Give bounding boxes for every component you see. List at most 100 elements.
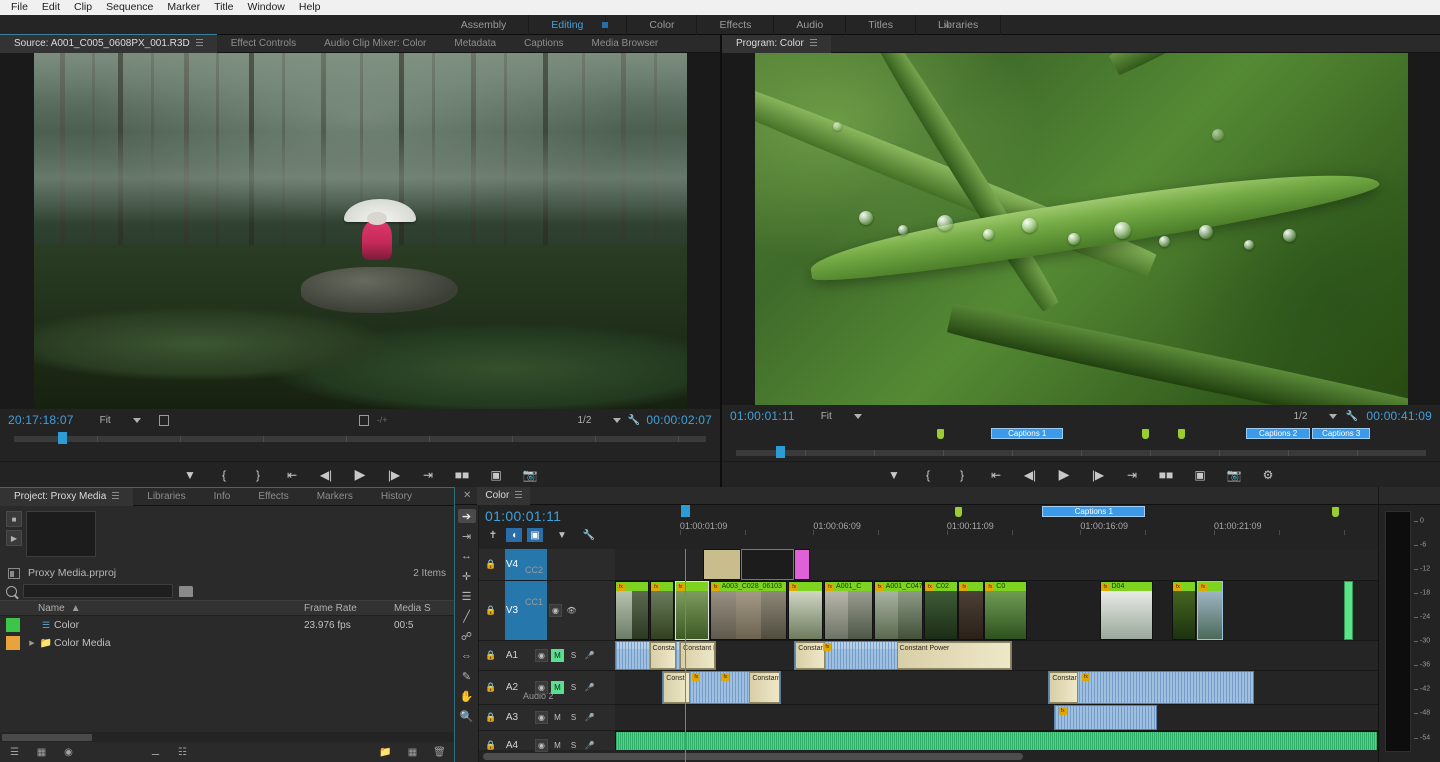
voice-over-record-icon[interactable]: 🎤 [583, 649, 596, 662]
clip-v3[interactable] [788, 581, 823, 640]
zoom-tool-icon[interactable]: 🔍 [458, 709, 476, 723]
workspace-tab-titles[interactable]: Titles [846, 15, 916, 35]
source-scrubber[interactable] [0, 431, 720, 447]
lock-icon[interactable]: 🔒 [485, 712, 497, 723]
program-add-marker-button[interactable]: ▼ [885, 467, 903, 483]
voice-over-record-icon[interactable]: 🎤 [583, 711, 596, 724]
column-header-name[interactable]: Name▲ [0, 603, 304, 614]
tab-source-clip[interactable]: Source: A001_C005_0608PX_001.R3D [0, 34, 217, 53]
clip-v3[interactable] [650, 581, 674, 640]
slide-tool-icon[interactable]: ⇔ [458, 649, 476, 663]
clip-v4-graphic[interactable] [703, 549, 741, 580]
program-caption-chip-3[interactable]: Captions 3 [1312, 428, 1370, 439]
clip-v3[interactable]: A001_C [824, 581, 873, 640]
source-select-zoom-icon[interactable] [159, 415, 169, 426]
scrollbar-thumb[interactable] [2, 734, 92, 741]
new-item-icon[interactable]: ▦ [406, 746, 419, 759]
tab-effect-controls[interactable]: Effect Controls [217, 35, 310, 53]
tab-markers[interactable]: Markers [303, 488, 367, 506]
source-step-back-button[interactable]: ◀| [317, 467, 335, 483]
source-timecode[interactable]: 20:17:18:07 [8, 413, 74, 427]
tab-project-proxy-media[interactable]: Project: Proxy Media [0, 488, 133, 506]
timeline-track-area[interactable]: A003_C028_06103 A001_C [615, 549, 1378, 762]
pen-tool-icon[interactable]: ✎ [458, 669, 476, 683]
track-head-a2[interactable]: 🔒 A2 ◉ M S 🎤 Audio 2 [479, 671, 615, 705]
toggle-track-output-icon[interactable]: ◉ [535, 739, 548, 752]
project-horizontal-scrollbar[interactable] [0, 732, 454, 742]
timeline-marker-pin[interactable] [955, 507, 962, 517]
tab-program-color[interactable]: Program: Color [722, 35, 831, 53]
program-go-to-in-button[interactable]: ⇤ [987, 467, 1005, 483]
workspace-tab-assembly[interactable]: Assembly [439, 15, 530, 35]
list-item[interactable]: ☰ Color 23.976 fps 00:5 [0, 616, 454, 634]
program-timecode[interactable]: 01:00:01:11 [730, 409, 795, 423]
toggle-track-output-icon[interactable]: ◉ [535, 681, 548, 694]
preview-poster-frame-icon[interactable]: ■ [6, 511, 22, 527]
freeform-view-icon[interactable]: ◉ [62, 746, 75, 759]
solo-track-button[interactable]: S [567, 681, 580, 694]
workspace-tab-editing[interactable]: Editing [529, 15, 606, 35]
program-step-back-button[interactable]: ◀| [1021, 467, 1039, 483]
tab-audio-clip-mixer[interactable]: Audio Clip Mixer: Color [310, 35, 440, 53]
track-row-v4[interactable] [615, 549, 1378, 581]
audio-transition[interactable]: Constan [1049, 672, 1078, 703]
workspace-tab-audio[interactable]: Audio [774, 15, 846, 35]
timeline-ruler[interactable]: Captions 1 01:00:01:09 01:00:06:09 01:00… [615, 505, 1378, 549]
source-zoom-select[interactable]: Fit [100, 415, 141, 426]
program-extract-button[interactable]: ▣ [1191, 467, 1209, 483]
source-mark-in-button[interactable]: { [215, 467, 233, 483]
lock-icon[interactable]: 🔒 [485, 682, 497, 693]
track-row-a3[interactable] [615, 705, 1378, 731]
lock-icon[interactable]: 🔒 [485, 605, 497, 616]
clip-v3[interactable] [1172, 581, 1196, 640]
timeline-playhead[interactable] [685, 549, 686, 762]
program-caption-chip-2[interactable]: Captions 2 [1246, 428, 1310, 439]
selection-tool-icon[interactable]: ➔ [458, 509, 476, 523]
timeline-timecode[interactable]: 01:00:01:11 [485, 508, 609, 524]
slip-tool-icon[interactable]: ☍ [458, 629, 476, 643]
eye-icon[interactable]: 👁 [565, 604, 578, 617]
rate-stretch-tool-icon[interactable]: ☰ [458, 589, 476, 603]
menu-item-edit[interactable]: Edit [35, 0, 67, 15]
tab-captions[interactable]: Captions [510, 35, 577, 53]
solo-track-button[interactable]: S [567, 739, 580, 752]
source-go-to-in-button[interactable]: ⇤ [283, 467, 301, 483]
track-head-a3[interactable]: 🔒 A3 ◉ M S 🎤 [479, 705, 615, 731]
mute-track-button[interactable]: M [551, 649, 564, 662]
program-mark-out-button[interactable]: } [953, 467, 971, 483]
mute-track-button[interactable]: M [551, 711, 564, 724]
source-go-to-out-button[interactable]: ⇥ [419, 467, 437, 483]
program-mark-in-button[interactable]: { [919, 467, 937, 483]
column-header-media-start[interactable]: Media S [394, 603, 454, 614]
hand-tool-icon[interactable]: ✋ [458, 689, 476, 703]
toggle-track-output-icon[interactable]: ◉ [535, 649, 548, 662]
track-head-v3[interactable]: 🔒 V3 ◉ 👁 CC1 [479, 581, 615, 641]
workspace-tab-color[interactable]: Color [627, 15, 697, 35]
zoom-slider-icon[interactable]: ⚊ [149, 746, 162, 759]
audio-transition[interactable]: Constant [795, 642, 825, 669]
program-video-area[interactable] [722, 53, 1440, 405]
program-scrubber[interactable] [722, 445, 1440, 461]
close-icon[interactable]: ✕ [463, 490, 471, 501]
voice-over-record-icon[interactable]: 🎤 [583, 739, 596, 752]
track-select-forward-tool-icon[interactable]: ⇥ [458, 529, 476, 543]
clip-a1[interactable]: Consta Constant Pow [615, 641, 716, 670]
track-head-v4[interactable]: 🔒 V4 CC2 [479, 549, 615, 581]
razor-tool-icon[interactable]: ╱ [458, 609, 476, 623]
clip-v3-selected[interactable] [1197, 581, 1223, 640]
tab-media-browser[interactable]: Media Browser [578, 35, 673, 53]
audio-transition[interactable]: Constant [749, 672, 779, 703]
source-scrub-track[interactable] [14, 436, 706, 442]
icon-view-icon[interactable]: ▦ [35, 746, 48, 759]
program-playhead[interactable] [776, 446, 785, 458]
timeline-caption-bar[interactable]: Captions 1 [1042, 506, 1145, 517]
ripple-edit-tool-icon[interactable]: ↔ [458, 549, 476, 563]
sort-icon[interactable]: ☷ [176, 746, 189, 759]
program-button-editor-button[interactable]: ⚙ [1259, 467, 1277, 483]
audio-transition[interactable]: Consta [650, 642, 677, 669]
panel-menu-icon[interactable] [515, 490, 522, 499]
menu-item-help[interactable]: Help [292, 0, 328, 15]
mute-track-button[interactable]: M [551, 739, 564, 752]
toggle-track-output-icon[interactable]: ◉ [535, 711, 548, 724]
tab-info[interactable]: Info [200, 488, 245, 506]
